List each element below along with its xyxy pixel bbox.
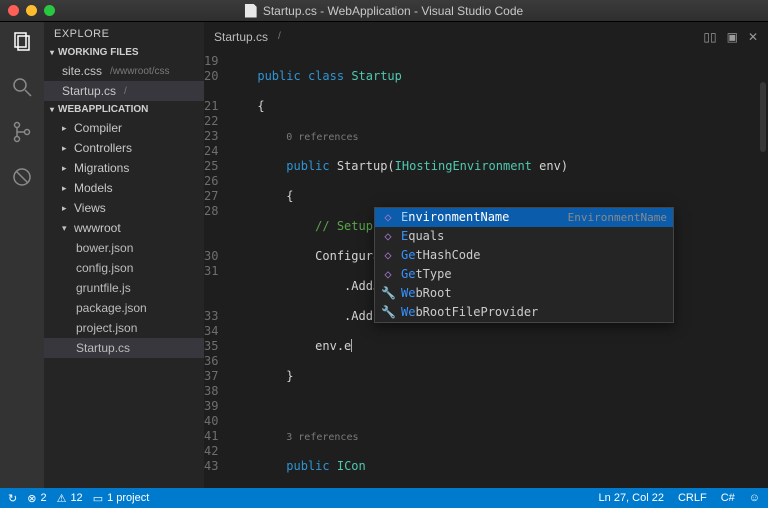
- close-editor-icon[interactable]: ✕: [748, 30, 758, 44]
- folder-item[interactable]: ▸Views: [44, 198, 204, 218]
- sync-icon: ↻: [8, 492, 17, 505]
- chevron-right-icon: ▸: [62, 123, 70, 134]
- status-language[interactable]: C#: [721, 492, 735, 504]
- chevron-down-icon: ▾: [62, 223, 70, 234]
- suggest-item[interactable]: ◇ GetHashCode: [375, 246, 673, 265]
- suggest-label: WebRootFileProvider: [401, 305, 538, 320]
- file-path-hint: /: [124, 86, 127, 97]
- file-item[interactable]: project.json: [44, 318, 204, 338]
- file-name: site.css: [62, 64, 102, 78]
- debug-view-icon[interactable]: [10, 165, 34, 194]
- file-item[interactable]: package.json: [44, 298, 204, 318]
- zoom-window-button[interactable]: [44, 5, 55, 16]
- chevron-right-icon: ▸: [62, 163, 70, 174]
- suggest-label: GetHashCode: [401, 248, 480, 263]
- suggest-label: WebRoot: [401, 286, 452, 301]
- project-label: WEBAPPLICATION: [58, 104, 148, 115]
- chevron-right-icon: ▸: [62, 203, 70, 214]
- suggest-label: GetType: [401, 267, 452, 282]
- file-icon: [245, 4, 257, 18]
- suggest-kind-icon: ◇: [381, 210, 395, 225]
- line-gutter: 1920212223242526272830313334353637383940…: [204, 52, 228, 488]
- folder-item[interactable]: ▸Migrations: [44, 158, 204, 178]
- status-project[interactable]: ▭1 project: [93, 492, 150, 505]
- suggest-label: Equals: [401, 229, 444, 244]
- warning-icon: ⚠: [57, 492, 67, 505]
- chevron-down-icon: ▾: [50, 105, 54, 114]
- minimize-window-button[interactable]: [26, 5, 37, 16]
- chevron-right-icon: ▸: [62, 183, 70, 194]
- editor-tabbar: Startup.cs / ▯▯ ▣ ✕: [204, 22, 768, 52]
- suggest-kind-icon: ◇: [381, 267, 395, 282]
- folder-item[interactable]: ▾wwwroot: [44, 218, 204, 238]
- suggest-label: EnvironmentName: [401, 210, 509, 225]
- status-cursor-position[interactable]: Ln 27, Col 22: [599, 492, 664, 504]
- split-editor-icon[interactable]: ▯▯: [703, 30, 716, 44]
- sidebar-title: EXPLORE: [44, 22, 204, 44]
- workbench: EXPLORE ▾ WORKING FILES site.css /wwwroo…: [0, 22, 768, 488]
- intellisense-popup[interactable]: ◇ EnvironmentName EnvironmentName ◇ Equals ◇ G…: [374, 207, 674, 323]
- suggest-kind-icon: ◇: [381, 248, 395, 263]
- file-item[interactable]: config.json: [44, 258, 204, 278]
- suggest-item[interactable]: ◇ GetType: [375, 265, 673, 284]
- search-view-icon[interactable]: [10, 75, 34, 104]
- file-item[interactable]: gruntfile.js: [44, 278, 204, 298]
- working-file-item[interactable]: Startup.cs /: [44, 81, 204, 101]
- window-title: Startup.cs - WebApplication - Visual Stu…: [263, 4, 523, 18]
- folder-item[interactable]: ▸Controllers: [44, 138, 204, 158]
- working-file-item[interactable]: site.css /wwwroot/css: [44, 61, 204, 81]
- window-titlebar: Startup.cs - WebApplication - Visual Stu…: [0, 0, 768, 22]
- activity-bar: [0, 22, 44, 488]
- suggest-item[interactable]: 🔧 WebRootFileProvider: [375, 303, 673, 322]
- explorer-sidebar: EXPLORE ▾ WORKING FILES site.css /wwwroo…: [44, 22, 204, 488]
- chevron-down-icon: ▾: [50, 48, 54, 57]
- status-sync[interactable]: ↻: [8, 492, 17, 505]
- chevron-right-icon: ▸: [62, 143, 70, 154]
- scroll-thumb[interactable]: [760, 82, 766, 152]
- suggest-kind-icon: ◇: [381, 229, 395, 244]
- file-item[interactable]: Startup.cs: [44, 338, 204, 358]
- editor-tab[interactable]: Startup.cs /: [214, 30, 281, 44]
- status-feedback-icon[interactable]: ☺: [749, 492, 760, 504]
- status-bar: ↻ ⊗2 ⚠12 ▭1 project Ln 27, Col 22 CRLF C…: [0, 488, 768, 508]
- close-window-button[interactable]: [8, 5, 19, 16]
- working-files-header[interactable]: ▾ WORKING FILES: [44, 44, 204, 61]
- project-icon: ▭: [93, 492, 103, 505]
- window-controls: [8, 5, 55, 16]
- folder-item[interactable]: ▸Models: [44, 178, 204, 198]
- suggest-desc: EnvironmentName: [568, 210, 667, 225]
- project-header[interactable]: ▾ WEBAPPLICATION: [44, 101, 204, 118]
- file-path-hint: /wwwroot/css: [110, 66, 169, 77]
- tab-path: /: [278, 31, 281, 42]
- working-files-label: WORKING FILES: [58, 47, 139, 58]
- status-errors[interactable]: ⊗2: [27, 492, 46, 505]
- tab-title: Startup.cs: [214, 30, 268, 44]
- explorer-view-icon[interactable]: [10, 30, 34, 59]
- editor-group: Startup.cs / ▯▯ ▣ ✕ 19202122232425262728…: [204, 22, 768, 488]
- file-item[interactable]: bower.json: [44, 238, 204, 258]
- text-cursor: [351, 339, 352, 352]
- suggest-kind-icon: 🔧: [381, 286, 395, 301]
- folder-item[interactable]: ▸Compiler: [44, 118, 204, 138]
- code-editor[interactable]: 1920212223242526272830313334353637383940…: [204, 52, 768, 488]
- scrollbar[interactable]: [758, 52, 768, 488]
- error-icon: ⊗: [27, 492, 36, 505]
- editor-more-icon[interactable]: ▣: [727, 30, 738, 44]
- git-view-icon[interactable]: [10, 120, 34, 149]
- file-name: Startup.cs: [62, 84, 116, 98]
- status-eol[interactable]: CRLF: [678, 492, 707, 504]
- suggest-item[interactable]: 🔧 WebRoot: [375, 284, 673, 303]
- suggest-item[interactable]: ◇ EnvironmentName EnvironmentName: [375, 208, 673, 227]
- suggest-item[interactable]: ◇ Equals: [375, 227, 673, 246]
- status-warnings[interactable]: ⚠12: [57, 492, 83, 505]
- suggest-kind-icon: 🔧: [381, 305, 395, 320]
